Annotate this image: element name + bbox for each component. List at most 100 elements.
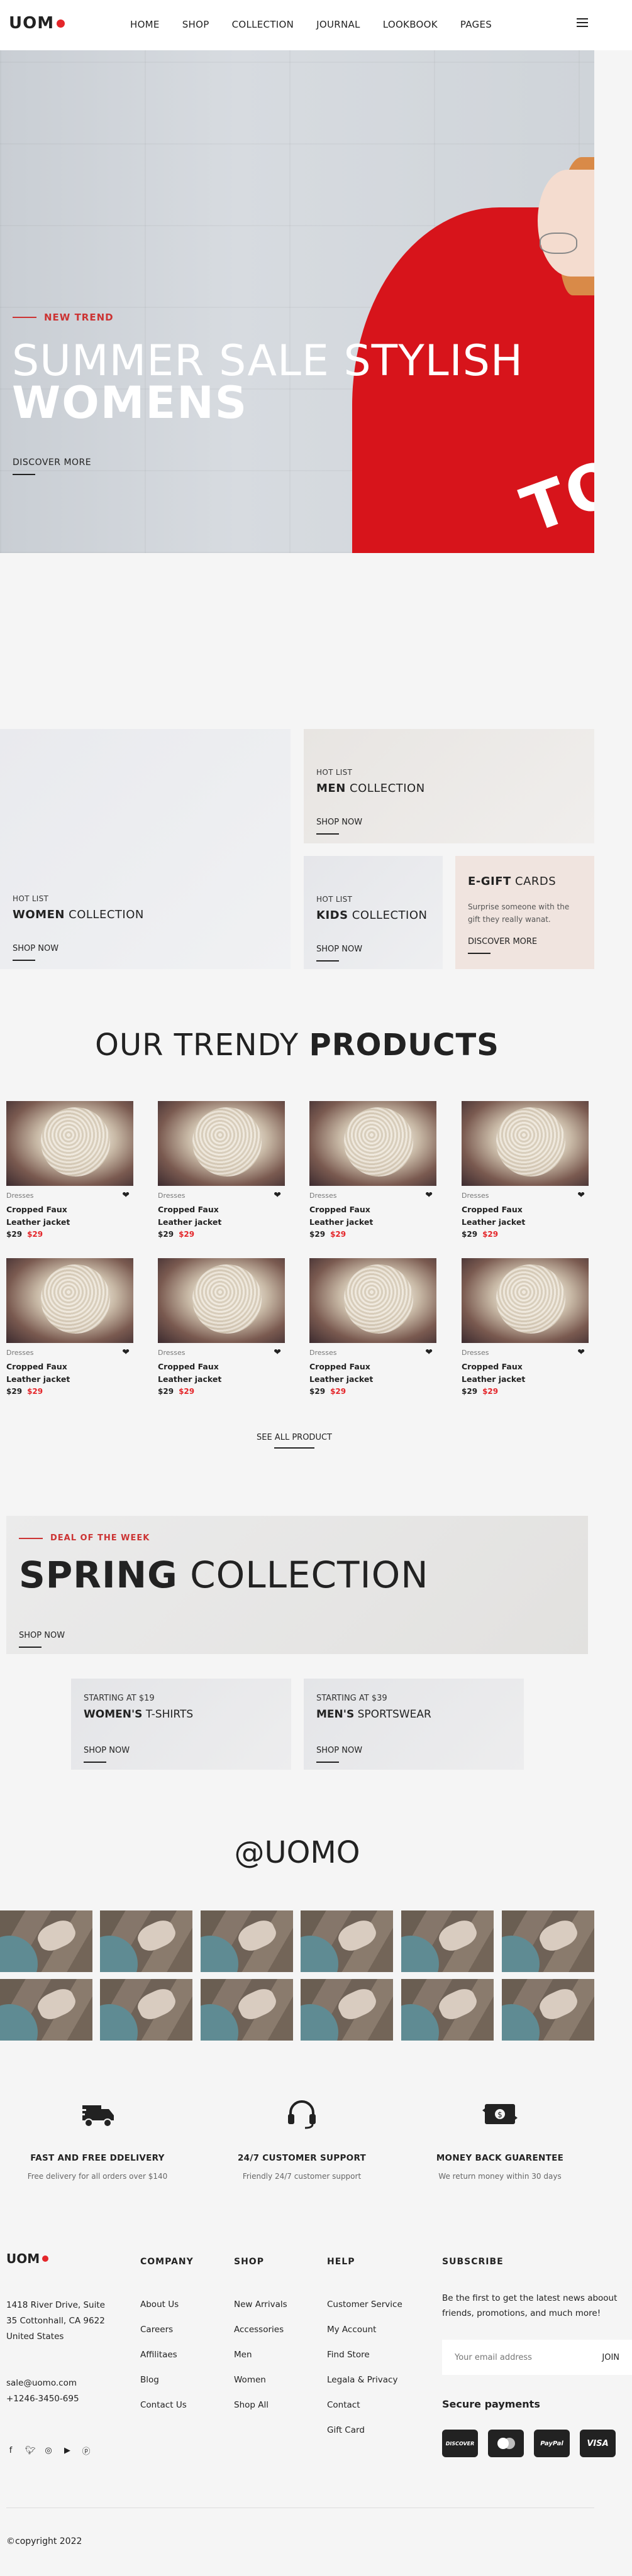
- facebook-icon[interactable]: f: [6, 2446, 15, 2455]
- footer-link[interactable]: Careers: [140, 2325, 194, 2335]
- footer-link[interactable]: About Us: [140, 2299, 194, 2310]
- product-image[interactable]: [462, 1258, 589, 1343]
- see-all-products-link[interactable]: SEE ALL PRODUCT: [257, 1433, 332, 1449]
- nav-lookbook[interactable]: LOOKBOOK: [383, 19, 438, 30]
- product-card[interactable]: Dresses ❤ Cropped Faux Leather jacket $29 $2…: [462, 1101, 589, 1239]
- instagram-photo[interactable]: [301, 1979, 393, 2041]
- footer-link[interactable]: Shop All: [234, 2400, 287, 2410]
- logo[interactable]: UOM: [9, 14, 65, 33]
- footer-phone[interactable]: +1246-3450-695: [6, 2391, 79, 2407]
- product-image[interactable]: [309, 1101, 436, 1186]
- footer-company-heading: COMPANY: [140, 2257, 194, 2267]
- heart-icon[interactable]: ❤: [274, 1190, 281, 1200]
- nav-collection[interactable]: COLLECTION: [232, 19, 294, 30]
- footer-link[interactable]: Legala & Privacy: [327, 2375, 402, 2385]
- footer-link[interactable]: Affilitaes: [140, 2350, 194, 2360]
- product-card[interactable]: Dresses ❤ Cropped Faux Leather jacket $29 $2…: [309, 1101, 436, 1239]
- product-card[interactable]: Dresses ❤ Cropped Faux Leather jacket $29 $2…: [158, 1101, 285, 1239]
- kids-shop-now-link[interactable]: SHOP NOW: [316, 945, 427, 962]
- footer-link[interactable]: Gift Card: [327, 2425, 402, 2435]
- footer-link[interactable]: Contact Us: [140, 2400, 194, 2410]
- footer-link[interactable]: Women: [234, 2375, 287, 2385]
- nav-home[interactable]: HOME: [130, 19, 160, 30]
- heart-icon[interactable]: ❤: [274, 1347, 281, 1357]
- menu-icon[interactable]: [577, 18, 588, 27]
- hero-tag-text: NEW TREND: [44, 312, 114, 323]
- egift-discover-link[interactable]: DISCOVER MORE: [468, 937, 578, 954]
- instagram-photo[interactable]: [100, 1979, 192, 2041]
- product-name[interactable]: Cropped Faux Leather jacket: [6, 1361, 101, 1386]
- product-image[interactable]: [158, 1258, 285, 1343]
- heart-icon[interactable]: ❤: [425, 1190, 433, 1200]
- product-name[interactable]: Cropped Faux Leather jacket: [6, 1203, 101, 1229]
- subscribe-email-input[interactable]: [455, 2352, 568, 2362]
- mens-sportswear-card[interactable]: STARTING AT $39 MEN'S SPORTSWEAR SHOP NO…: [304, 1679, 524, 1770]
- hero-discover-link[interactable]: DISCOVER MORE: [13, 458, 91, 475]
- product-card[interactable]: Dresses ❤ Cropped Faux Leather jacket $29 $2…: [309, 1258, 436, 1396]
- feature-money-back: $ MONEY BACK GUARENTEE We return money w…: [406, 2099, 594, 2181]
- tshirts-shop-now-link[interactable]: SHOP NOW: [84, 1746, 193, 1763]
- instagram-photo[interactable]: [100, 1910, 192, 1972]
- men-shop-now-link[interactable]: SHOP NOW: [316, 818, 425, 835]
- trendy-products-title: OUR TRENDY PRODUCTS: [95, 1028, 499, 1063]
- twitter-icon[interactable]: 🐦︎: [25, 2446, 36, 2455]
- product-name[interactable]: Cropped Faux Leather jacket: [309, 1203, 404, 1229]
- footer-link[interactable]: Find Store: [327, 2350, 402, 2360]
- subscribe-join-button[interactable]: JOIN: [602, 2353, 619, 2362]
- instagram-photo[interactable]: [401, 1979, 494, 2041]
- product-old-price: $29: [158, 1387, 174, 1396]
- pinterest-icon[interactable]: ⓟ: [82, 2445, 91, 2457]
- sportswear-shop-now-link[interactable]: SHOP NOW: [316, 1746, 431, 1763]
- instagram-photo[interactable]: [201, 1979, 293, 2041]
- heart-icon[interactable]: ❤: [122, 1347, 130, 1357]
- paypal-icon: PayPal: [534, 2430, 570, 2457]
- product-image[interactable]: [309, 1258, 436, 1343]
- product-card[interactable]: Dresses ❤ Cropped Faux Leather jacket $29 $2…: [158, 1258, 285, 1396]
- footer-link[interactable]: My Account: [327, 2325, 402, 2335]
- product-image[interactable]: [462, 1101, 589, 1186]
- instagram-photo[interactable]: [502, 1979, 594, 2041]
- nav-pages[interactable]: PAGES: [460, 19, 492, 30]
- instagram-icon[interactable]: ◎: [44, 2446, 53, 2455]
- women-collection-card[interactable]: HOT LIST WOMEN COLLECTION SHOP NOW: [0, 729, 291, 969]
- heart-icon[interactable]: ❤: [577, 1347, 585, 1357]
- men-collection-card[interactable]: HOT LIST MEN COLLECTION SHOP NOW: [304, 729, 594, 843]
- footer-email[interactable]: sale@uomo.com: [6, 2376, 79, 2391]
- egift-cards-card[interactable]: E-GIFT CARDS Surprise someone with the g…: [455, 856, 594, 969]
- nav-journal[interactable]: JOURNAL: [316, 19, 360, 30]
- product-name[interactable]: Cropped Faux Leather jacket: [158, 1361, 252, 1386]
- instagram-photo[interactable]: [201, 1910, 293, 1972]
- instagram-photo[interactable]: [301, 1910, 393, 1972]
- deal-shop-now-link[interactable]: SHOP NOW: [19, 1631, 65, 1648]
- instagram-photo[interactable]: [502, 1910, 594, 1972]
- product-image[interactable]: [6, 1258, 133, 1343]
- heart-icon[interactable]: ❤: [122, 1190, 130, 1200]
- product-card[interactable]: Dresses ❤ Cropped Faux Leather jacket $29 $2…: [6, 1258, 133, 1396]
- egift-title: E-GIFT CARDS: [468, 875, 557, 888]
- product-name[interactable]: Cropped Faux Leather jacket: [309, 1361, 404, 1386]
- footer-logo[interactable]: UOM: [6, 2251, 49, 2266]
- heart-icon[interactable]: ❤: [425, 1347, 433, 1357]
- product-name[interactable]: Cropped Faux Leather jacket: [462, 1203, 556, 1229]
- product-name[interactable]: Cropped Faux Leather jacket: [462, 1361, 556, 1386]
- footer-link[interactable]: Accessories: [234, 2325, 287, 2335]
- nav-shop[interactable]: SHOP: [182, 19, 209, 30]
- heart-icon[interactable]: ❤: [577, 1190, 585, 1200]
- footer-link[interactable]: Blog: [140, 2375, 194, 2385]
- product-image[interactable]: [158, 1101, 285, 1186]
- footer-link[interactable]: Men: [234, 2350, 287, 2360]
- product-card[interactable]: Dresses ❤ Cropped Faux Leather jacket $29 $2…: [6, 1101, 133, 1239]
- product-card[interactable]: Dresses ❤ Cropped Faux Leather jacket $29 $2…: [462, 1258, 589, 1396]
- womens-tshirts-card[interactable]: STARTING AT $19 WOMEN'S T-SHIRTS SHOP NO…: [71, 1679, 291, 1770]
- instagram-photo[interactable]: [401, 1910, 494, 1972]
- kids-collection-card[interactable]: HOT LIST KIDS COLLECTION SHOP NOW: [304, 856, 443, 969]
- women-shop-now-link[interactable]: SHOP NOW: [13, 944, 144, 961]
- product-image[interactable]: [6, 1101, 133, 1186]
- footer-link[interactable]: New Arrivals: [234, 2299, 287, 2310]
- instagram-photo[interactable]: [0, 1910, 92, 1972]
- instagram-photo[interactable]: [0, 1979, 92, 2041]
- youtube-icon[interactable]: ▶: [63, 2446, 72, 2455]
- footer-link[interactable]: Contact: [327, 2400, 402, 2410]
- footer-link[interactable]: Customer Service: [327, 2299, 402, 2310]
- product-name[interactable]: Cropped Faux Leather jacket: [158, 1203, 252, 1229]
